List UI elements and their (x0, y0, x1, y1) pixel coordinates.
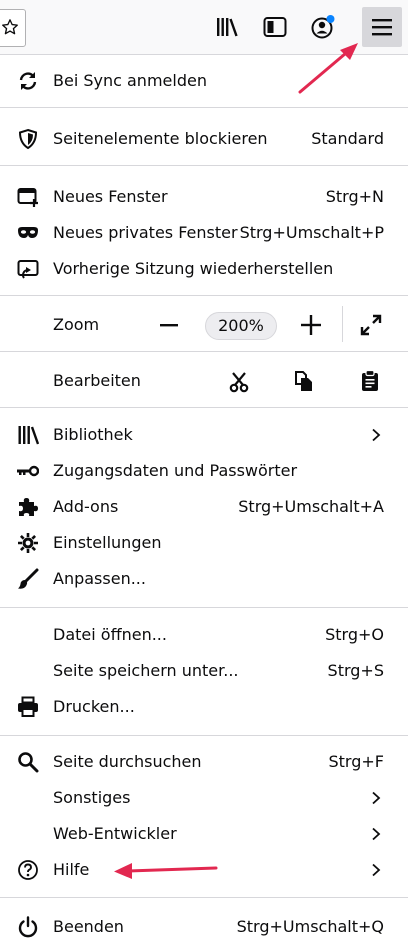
separator (0, 295, 408, 296)
menu-item-new-window[interactable]: Neues Fenster Strg+N (0, 180, 408, 214)
separator (0, 735, 408, 736)
gear-icon (18, 533, 38, 553)
menu-item-label: Bei Sync anmelden (53, 71, 207, 90)
copy-button[interactable] (294, 370, 314, 392)
menu-item-find-in-page[interactable]: Seite durchsuchen Strg+F (0, 745, 408, 779)
chevron-right-icon (372, 863, 381, 877)
shortcut-label: Strg+Umschalt+A (238, 497, 384, 516)
menu-item-label: Anpassen... (53, 569, 146, 588)
menu-item-print[interactable]: Drucken... (0, 690, 408, 724)
chevron-right-icon (372, 827, 381, 841)
edit-label: Bearbeiten (53, 371, 141, 390)
menu-item-save-page[interactable]: Seite speichern unter... Strg+S (0, 654, 408, 688)
menu-item-label: Einstellungen (53, 533, 162, 552)
menu-item-label: Sonstiges (53, 788, 131, 807)
account-icon[interactable] (310, 14, 336, 40)
new-window-icon (17, 188, 38, 207)
menu-item-label: Zugangsdaten und Passwörter (53, 461, 298, 480)
menu-item-private-window[interactable]: Neues privates Fenster Strg+Umschalt+P (0, 216, 408, 250)
separator (0, 897, 408, 898)
edit-controls: Bearbeiten (0, 364, 408, 398)
printer-icon (18, 696, 38, 717)
menu-item-label: Seitenelemente blockieren (53, 129, 268, 148)
menu-item-addons[interactable]: Add-ons Strg+Umschalt+A (0, 490, 408, 524)
zoom-in-button[interactable] (300, 314, 322, 336)
sync-icon (19, 72, 37, 90)
hamburger-menu-icon (372, 19, 392, 36)
shortcut-label: Strg+S (327, 661, 384, 680)
separator (0, 107, 408, 108)
shortcut-label: Strg+Umschalt+Q (236, 917, 384, 936)
zoom-label: Zoom (53, 315, 100, 334)
shortcut-label: Strg+N (325, 187, 384, 206)
menu-item-label: Neues Fenster (53, 187, 168, 206)
zoom-out-button[interactable] (159, 317, 179, 333)
open-menu-button[interactable] (362, 7, 402, 47)
shortcut-label: Strg+F (328, 752, 385, 771)
library-icon[interactable] (214, 14, 240, 40)
separator (0, 407, 408, 408)
chevron-right-icon (372, 428, 381, 442)
separator (0, 607, 408, 608)
annotation-arrow-to-menu (298, 43, 358, 94)
menu-item-label: Neues privates Fenster (53, 223, 238, 242)
menu-item-tracking-protection[interactable]: Seitenelemente blockieren Standard (0, 122, 408, 156)
menu-item-label: Add-ons (53, 497, 119, 516)
paste-button[interactable] (360, 369, 380, 393)
menu-item-more[interactable]: Sonstiges (0, 781, 408, 815)
menu-item-label: Seite durchsuchen (53, 752, 202, 771)
menu-item-open-file[interactable]: Datei öffnen... Strg+O (0, 618, 408, 652)
tracking-level-value: Standard (311, 129, 384, 148)
menu-item-settings[interactable]: Einstellungen (0, 526, 408, 560)
menu-item-library[interactable]: Bibliothek (0, 418, 408, 452)
annotation-arrow-to-help (114, 863, 218, 879)
menu-item-label: Bibliothek (53, 425, 133, 444)
menu-item-label: Web-Entwickler (53, 824, 177, 843)
search-icon (18, 752, 39, 773)
separator (0, 351, 408, 352)
private-mask-icon (18, 227, 38, 238)
menu-item-label: Datei öffnen... (53, 625, 167, 644)
shortcut-label: Strg+O (325, 625, 384, 644)
menu-item-label: Drucken... (53, 697, 135, 716)
menu-item-label: Seite speichern unter... (53, 661, 239, 680)
library-icon (18, 426, 39, 445)
fullscreen-button[interactable] (359, 313, 383, 337)
sidebar-icon[interactable] (262, 14, 288, 40)
zoom-controls: Zoom (0, 308, 408, 342)
shortcut-label: Strg+Umschalt+P (239, 223, 384, 242)
chevron-right-icon (372, 791, 381, 805)
menu-item-quit[interactable]: Beenden Strg+Umschalt+Q (0, 910, 408, 944)
app-menu-panel: Bei Sync anmelden Seitenelemente blockie… (0, 55, 408, 946)
menu-item-logins[interactable]: Zugangsdaten und Passwörter (0, 454, 408, 488)
shield-icon (18, 128, 38, 150)
menu-item-web-developer[interactable]: Web-Entwickler (0, 817, 408, 851)
zoom-reset-button[interactable]: 200% (205, 312, 277, 340)
menu-item-label: Hilfe (53, 860, 90, 879)
menu-item-label: Vorherige Sitzung wiederherstellen (53, 259, 334, 278)
restore-session-icon (17, 260, 39, 279)
menu-item-customize[interactable]: Anpassen... (0, 562, 408, 596)
bookmark-star-icon[interactable] (1, 18, 19, 36)
url-bar-edge[interactable] (0, 9, 26, 47)
menu-item-restore-session[interactable]: Vorherige Sitzung wiederherstellen (0, 252, 408, 286)
menu-item-label: Beenden (53, 917, 124, 936)
key-icon (17, 465, 39, 477)
help-circle-icon (18, 860, 38, 880)
vertical-separator (342, 306, 343, 342)
power-icon (18, 916, 38, 938)
cut-button[interactable] (229, 371, 249, 393)
paintbrush-icon (18, 568, 39, 589)
puzzle-piece-icon (19, 498, 38, 516)
separator (0, 165, 408, 166)
